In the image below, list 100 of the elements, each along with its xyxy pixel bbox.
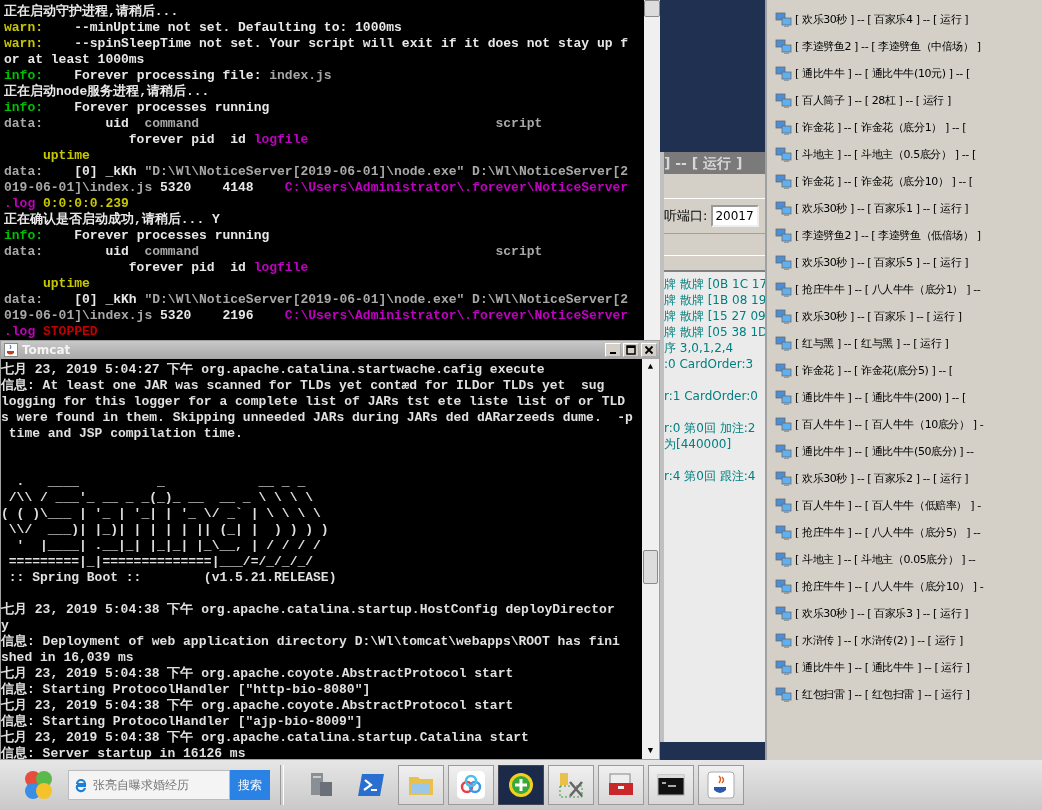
- room-entry[interactable]: [ 通比牛牛 ] -- [ 通比牛牛(200) ] -- [: [795, 390, 966, 405]
- console-text: 019-06-01]\index.js: [4, 180, 153, 195]
- console-text: shed in 16,039 ms: [1, 650, 134, 665]
- search-button[interactable]: 搜索: [230, 770, 270, 800]
- room-entry[interactable]: [ 欢乐30秒 ] -- [ 百家乐4 ] -- [ 运行 ]: [795, 12, 969, 27]
- console-text: warn:: [4, 36, 43, 51]
- taskbar-app[interactable]: [698, 765, 744, 805]
- log-line: r:4 第0回 跟注:4: [664, 469, 756, 483]
- port-field[interactable]: 20017: [711, 205, 760, 227]
- console-text: Forever processes running: [73, 100, 270, 115]
- console-text: logging for this logger for a complete list of JARs tst ete liste list of or TLD: [1, 394, 626, 409]
- computers-icon: [775, 416, 793, 433]
- room-entry[interactable]: [ 诈金花 ] -- [ 诈金花(底分5) ] -- [: [795, 363, 953, 378]
- port-label: 听端口:: [664, 207, 708, 225]
- room-entry[interactable]: [ 百人牛牛 ] -- [ 百人牛牛（10底分） ] -: [795, 417, 984, 432]
- minimize-icon: [610, 352, 616, 354]
- room-entry[interactable]: [ 水浒传 ] -- [ 水浒传(2) ] -- [ 运行 ]: [795, 633, 963, 648]
- room-entry[interactable]: [ 抢庄牛牛 ] -- [ 八人牛牛（底分5） ] --: [795, 525, 981, 540]
- console-text: --spinSleepTime not set. Your script will exit if it does not stay up f: [73, 36, 629, 51]
- maximize-icon: [626, 345, 636, 355]
- room-entry[interactable]: [ 红与黑 ] -- [ 红与黑 ] -- [ 运行 ]: [795, 336, 949, 351]
- console-text: 七月 23, 2019 5:04:38 下午 org.apache.coyote.AbstractProtocol start: [1, 698, 514, 713]
- room-entry[interactable]: [ 抢庄牛牛 ] -- [ 八人牛牛（底分1） ] --: [795, 282, 981, 297]
- computers-icon: [775, 335, 793, 352]
- maximize-button[interactable]: [623, 343, 639, 357]
- console-text: info:: [4, 68, 43, 83]
- room-entry[interactable]: [ 抢庄牛牛 ] -- [ 八人牛牛（底分10） ] -: [795, 579, 984, 594]
- room-entry[interactable]: [ 红包扫雷 ] -- [ 红包扫雷 ] -- [ 运行 ]: [795, 687, 970, 702]
- room-entry[interactable]: [ 欢乐30秒 ] -- [ 百家乐5 ] -- [ 运行 ]: [795, 255, 969, 270]
- console-text: 正在启动守护进程,请稍后...: [4, 4, 179, 19]
- computers-icon: [775, 281, 793, 298]
- computers-icon: [775, 659, 793, 676]
- computers-icon: [775, 65, 793, 82]
- room-entry[interactable]: [ 诈金花 ] -- [ 诈金花（底分1） ] -- [: [795, 120, 967, 135]
- room-entry[interactable]: [ 欢乐30秒 ] -- [ 百家乐1 ] -- [ 运行 ]: [795, 201, 969, 216]
- cup-icon: [706, 770, 736, 800]
- room-entry[interactable]: [ 欢乐30秒 ] -- [ 百家乐 ] -- [ 运行 ]: [795, 309, 962, 324]
- room-entry[interactable]: [ 百人牛牛 ] -- [ 百人牛牛（低赔率） ] -: [795, 498, 981, 513]
- room-entry[interactable]: [ 诈金花 ] -- [ 诈金花（底分10） ] -- [: [795, 174, 973, 189]
- room-entry[interactable]: [ 通比牛牛 ] -- [ 通比牛牛(10元) ] -- [: [795, 66, 970, 81]
- banner-text: =========|_|==============|___/=/_/_/_/: [7, 554, 314, 569]
- console-text: command script: [144, 116, 543, 131]
- room-entry[interactable]: [ 欢乐30秒 ] -- [ 百家乐3 ] -- [ 运行 ]: [795, 606, 969, 621]
- console-text: 信息: Server startup in 16126 ms: [1, 746, 246, 761]
- scroll-thumb[interactable]: [644, 0, 660, 17]
- console-text: "D:\Wl\NoticeServer[2019-06-01]\node.exe" D:\Wl\NoticeServer[2: [144, 292, 629, 307]
- computers-icon: [775, 443, 793, 460]
- console-text: .log: [4, 324, 36, 339]
- console-text: info:: [4, 100, 43, 115]
- computers-icon: [775, 227, 793, 244]
- room-entry[interactable]: [ 通比牛牛 ] -- [ 通比牛牛(50底分) ] --: [795, 444, 974, 459]
- console-text: s were found in them. Skipping unneeded JARs during JARs ded dARarzeeds dume. -p: [1, 410, 633, 425]
- minimize-button[interactable]: [605, 343, 621, 357]
- room-entry[interactable]: [ 李逵劈鱼2 ] -- [ 李逵劈鱼（中倍场） ]: [795, 39, 981, 54]
- console-text: uid: [104, 244, 130, 259]
- console-text: data:: [4, 244, 43, 259]
- console-text: or at least 1000ms: [4, 52, 145, 67]
- room-entry[interactable]: [ 通比牛牛 ] -- [ 通比牛牛 ] -- [ 运行 ]: [795, 660, 970, 675]
- cup-icon: [4, 343, 18, 357]
- computers-icon: [775, 92, 793, 109]
- computers-icon: [775, 497, 793, 514]
- room-entry[interactable]: [ 欢乐30秒 ] -- [ 百家乐2 ] -- [ 运行 ]: [795, 471, 969, 486]
- console-text: 信息: At least one JAR was scanned for TLDs yet contæd for ILDor TLDs yet sug: [1, 378, 605, 393]
- scrollbar[interactable]: ▲ ▼: [642, 359, 659, 759]
- tools-icon: [556, 770, 586, 800]
- banner-text: /\\ / ___'_ __ _ _(_)_ __ __ _ \ \ \ \: [7, 490, 314, 505]
- computers-icon: [775, 524, 793, 541]
- console-text: 七月 23, 2019 5:04:38 下午 org.apache.coyote.AbstractProtocol start: [1, 666, 514, 681]
- computers-icon: [775, 146, 793, 163]
- console-text: data:: [4, 292, 43, 307]
- console-text: uid: [104, 116, 130, 131]
- computers-icon: [775, 200, 793, 217]
- console-text: C:\Users\Administrator\.forever\NoticeServer: [284, 180, 629, 195]
- console-text: time and JSP compilation time.: [7, 426, 243, 441]
- close-button[interactable]: [641, 343, 657, 357]
- console-text: command script: [144, 244, 543, 259]
- log-line: 牌 散牌 [1B 08 19: [664, 293, 767, 307]
- log-line: r:0 第0回 加注:2: [664, 421, 756, 435]
- computers-icon: [775, 11, 793, 28]
- banner-text: \\/ ___)| |_)| | | | | || (_| | ) ) ) ): [7, 522, 329, 537]
- scroll-thumb[interactable]: [643, 550, 658, 584]
- room-entry[interactable]: [ 斗地主 ] -- [ 斗地主（0.05底分） ] --: [795, 552, 976, 567]
- console-text: logfile: [253, 260, 309, 275]
- console-text: 正在启动node服务进程,请稍后...: [4, 84, 210, 99]
- banner-text: ' |____| .__|_| |_|_| |_\__, | / / / /: [15, 538, 321, 553]
- plus-icon: [506, 770, 536, 800]
- console-text: 5320 4148: [159, 180, 255, 195]
- taskbar-app[interactable]: [498, 765, 544, 805]
- computers-icon: [775, 308, 793, 325]
- taskbar-app[interactable]: [648, 765, 694, 805]
- search-field[interactable]: 张亮自曝求婚经历: [68, 770, 230, 800]
- computers-icon: [775, 578, 793, 595]
- scrollbar[interactable]: [644, 0, 660, 340]
- console-text: forever pid id: [127, 260, 247, 275]
- computers-icon: [775, 686, 793, 703]
- room-entry[interactable]: [ 斗地主 ] -- [ 斗地主（0.5底分） ] -- [: [795, 147, 976, 162]
- console-text: "D:\Wl\NoticeServer[2019-06-01]\node.exe" D:\Wl\NoticeServer[2: [144, 164, 629, 179]
- room-entry[interactable]: [ 百人筒子 ] -- [ 28杠 ] -- [ 运行 ]: [795, 93, 951, 108]
- room-entry[interactable]: [ 李逵劈鱼2 ] -- [ 李逵劈鱼（低倍场） ]: [795, 228, 981, 243]
- console-text: [0] _kKh: [73, 292, 138, 307]
